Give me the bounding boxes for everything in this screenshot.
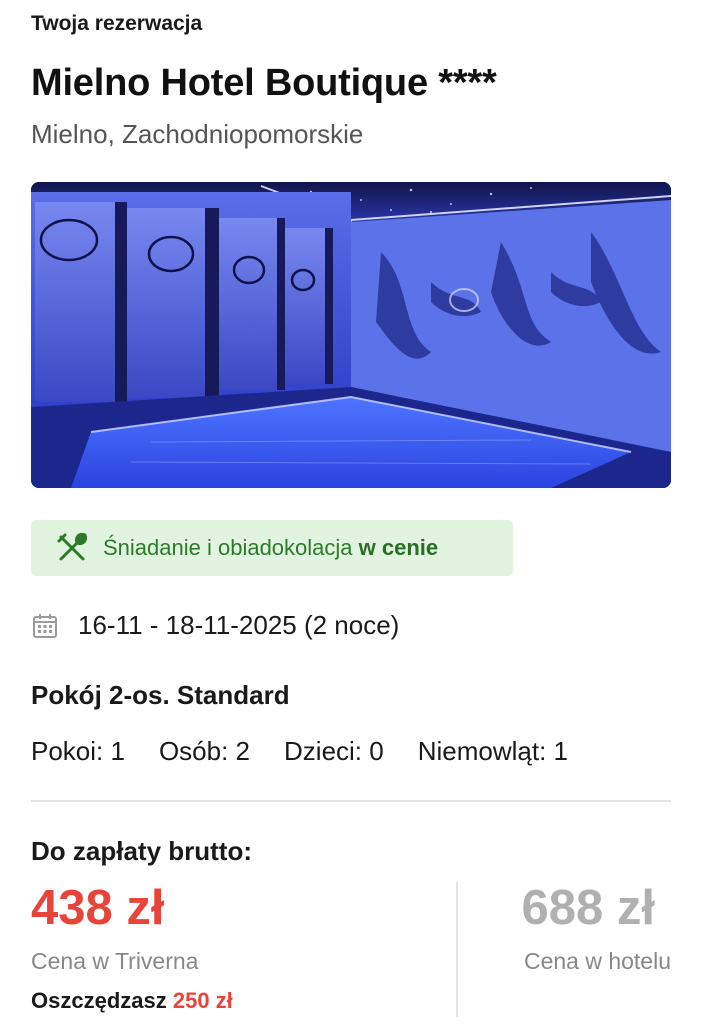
- hotel-price: 688 zł: [521, 881, 655, 935]
- to-pay-label: Do zapłaty brutto:: [31, 836, 252, 866]
- section-divider: [31, 800, 671, 802]
- hotel-photo[interactable]: [31, 182, 671, 488]
- stay-dates: 16-11 - 18-11-2025 (2 noce): [31, 610, 399, 641]
- calendar-icon: [31, 612, 59, 640]
- price-divider: [456, 882, 458, 1017]
- savings-line: Oszczędzasz 250 zł: [31, 988, 233, 1013]
- children-count: Dzieci: 0: [284, 736, 384, 766]
- meal-included-label: w cenie: [358, 535, 439, 560]
- triverna-price: 438 zł: [31, 881, 165, 935]
- cutlery-icon: [55, 531, 89, 565]
- persons-count: Osób: 2: [158, 736, 251, 766]
- stay-dates-text: 16-11 - 18-11-2025 (2 noce): [78, 610, 400, 640]
- meal-plan-badge: Śniadanie i obiadokolacja w cenie: [31, 520, 513, 576]
- infants-count: Niemowląt: 1: [417, 736, 568, 766]
- savings-amount: 250 zł: [172, 988, 233, 1013]
- triverna-price-label: Cena w Triverna: [31, 948, 199, 974]
- room-type: Pokój 2-os. Standard: [31, 680, 290, 710]
- hotel-name[interactable]: Mielno Hotel Boutique ****: [31, 62, 497, 105]
- occupancy-summary: Pokoi: 1 Osób: 2 Dzieci: 0 Niemowląt: 1: [31, 736, 602, 767]
- hotel-location: Mielno, Zachodniopomorskie: [31, 119, 364, 149]
- hotel-price-label: Cena w hotelu: [523, 948, 671, 974]
- rooms-count: Pokoi: 1: [31, 736, 125, 766]
- section-eyebrow: Twoja rezerwacja: [31, 12, 203, 35]
- meal-plan-text: Śniadanie i obiadokolacja w cenie: [103, 535, 439, 560]
